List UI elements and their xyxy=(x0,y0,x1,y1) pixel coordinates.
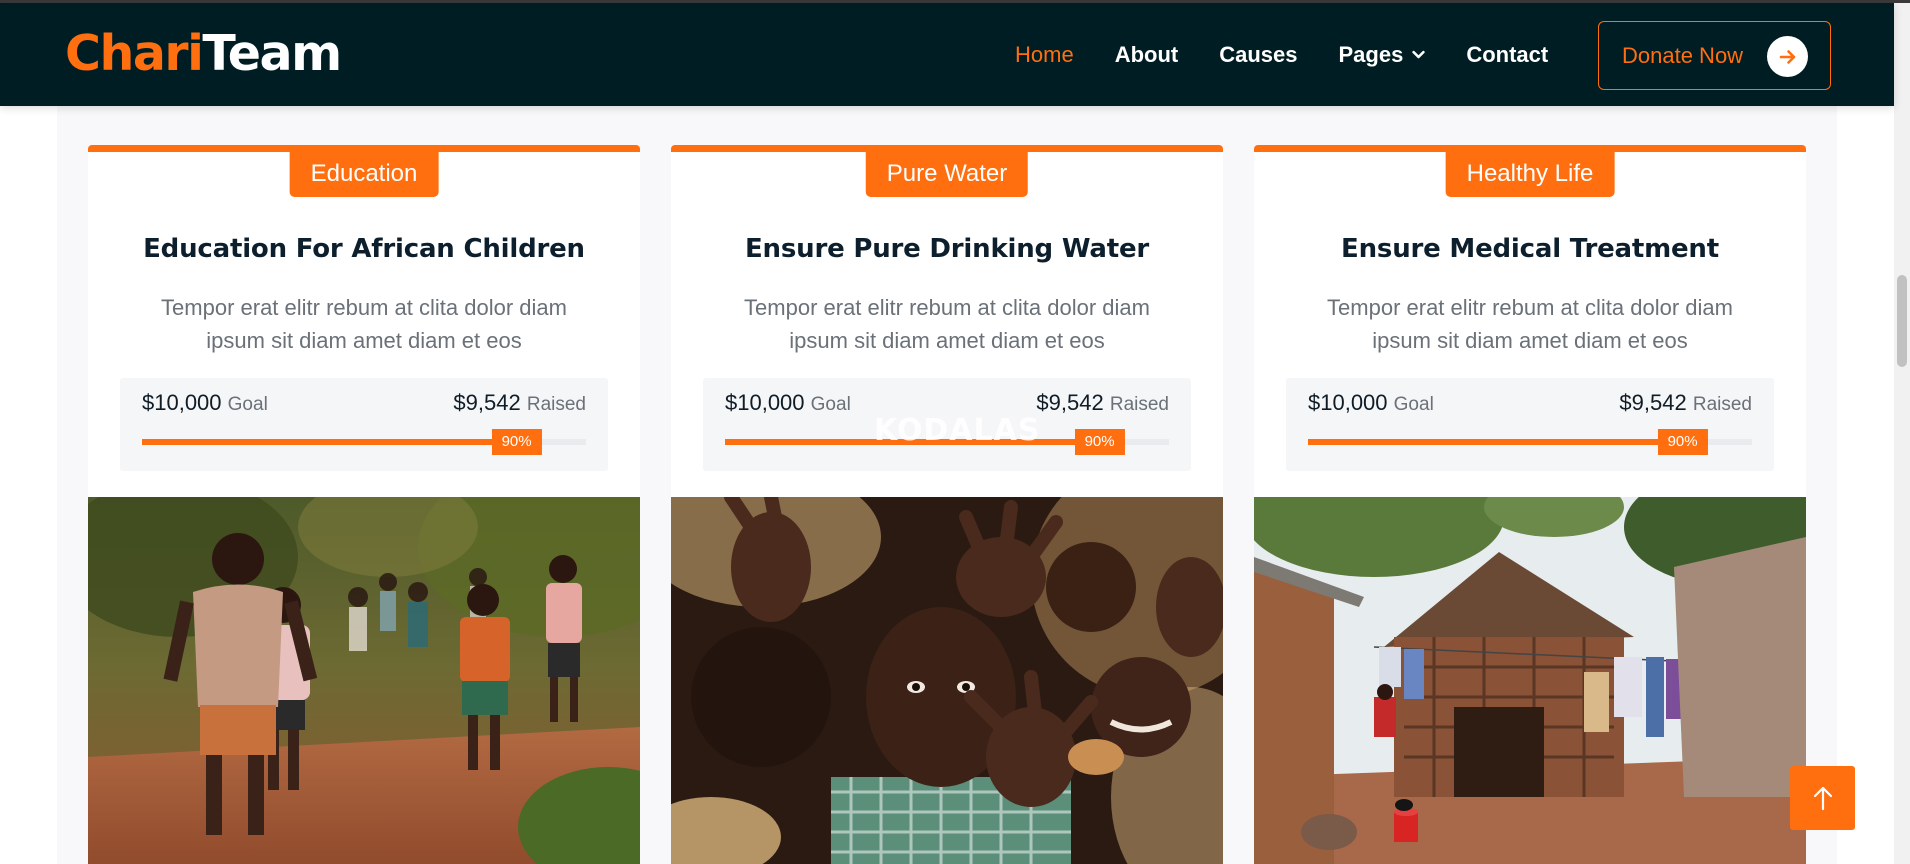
goal-value: $10,000 xyxy=(725,390,805,415)
back-to-top-button[interactable] xyxy=(1790,766,1855,830)
arrow-right-icon xyxy=(1779,49,1795,64)
cause-card-pure-water[interactable]: Pure Water Ensure Pure Drinking Water Te… xyxy=(671,145,1223,864)
site-logo[interactable]: ChariTeam xyxy=(65,25,342,83)
raised-label: Raised xyxy=(1109,394,1169,415)
progress-percent: 90% xyxy=(1074,429,1125,455)
scrollbar-thumb[interactable] xyxy=(1897,275,1907,367)
cause-description: Tempor erat elitr rebum at clita dolor d… xyxy=(161,295,567,353)
raised-label: Raised xyxy=(1692,394,1752,415)
raised-value: $9,542 xyxy=(1036,390,1104,415)
donate-now-button[interactable]: Donate Now xyxy=(1598,21,1831,90)
nav-pages-dropdown[interactable]: Pages xyxy=(1339,42,1426,68)
progress-bar-fill: 90% xyxy=(1308,429,1708,455)
goal-value: $10,000 xyxy=(1308,390,1388,415)
raised-amount: $9,542 Raised xyxy=(1036,390,1169,416)
raised-amount: $9,542 Raised xyxy=(1619,390,1752,416)
cause-description: Tempor erat elitr rebum at clita dolor d… xyxy=(744,295,1150,353)
logo-part-2: Team xyxy=(202,25,342,82)
watermark-text: KODALAS xyxy=(874,413,1041,448)
mud-hut-village-photo xyxy=(1254,497,1806,864)
donate-now-label: Donate Now xyxy=(1622,42,1744,68)
raised-value: $9,542 xyxy=(1619,390,1687,415)
main-nav: Home About Causes Pages Contact xyxy=(1015,3,1589,106)
nav-about[interactable]: About xyxy=(1115,42,1179,68)
cause-tag: Healthy Life xyxy=(1445,152,1615,197)
cause-card-healthy-life[interactable]: Healthy Life Ensure Medical Treatment Te… xyxy=(1254,145,1806,864)
raised-amount: $9,542 Raised xyxy=(453,390,586,416)
nav-home[interactable]: Home xyxy=(1015,42,1074,68)
progress-bar: 90% xyxy=(1308,429,1752,455)
cause-card-education[interactable]: Education Education For African Children… xyxy=(88,145,640,864)
goal-label: Goal xyxy=(810,394,851,415)
page-scrollbar[interactable] xyxy=(1894,3,1910,864)
cause-title[interactable]: Ensure Pure Drinking Water xyxy=(671,234,1223,264)
cause-photo[interactable] xyxy=(1254,497,1806,864)
donation-progress: $10,000 Goal $9,542 Raised 90% xyxy=(120,378,608,471)
nav-pages-label: Pages xyxy=(1338,41,1404,67)
chevron-down-icon xyxy=(1412,50,1426,59)
progress-percent: 90% xyxy=(1657,429,1708,455)
cause-photo[interactable] xyxy=(88,497,640,864)
site-header: ChariTeam Home About Causes Pages Contac… xyxy=(0,3,1894,106)
goal-label: Goal xyxy=(1393,394,1434,415)
donate-arrow-circle xyxy=(1767,36,1808,77)
cause-tag: Pure Water xyxy=(865,152,1029,197)
cause-tag: Education xyxy=(289,152,439,197)
goal-amount: $10,000 Goal xyxy=(1308,390,1434,416)
nav-causes[interactable]: Causes xyxy=(1219,42,1297,68)
goal-amount: $10,000 Goal xyxy=(725,390,851,416)
goal-value: $10,000 xyxy=(142,390,222,415)
cause-title[interactable]: Ensure Medical Treatment xyxy=(1254,234,1806,264)
progress-percent: 90% xyxy=(491,429,542,455)
progress-bar-fill: 90% xyxy=(142,429,542,455)
cause-photo[interactable] xyxy=(671,497,1223,864)
donation-progress: $10,000 Goal $9,542 Raised 90% xyxy=(1286,378,1774,471)
arrow-up-icon xyxy=(1813,786,1832,811)
raised-label: Raised xyxy=(526,394,586,415)
cause-title[interactable]: Education For African Children xyxy=(88,234,640,264)
raised-value: $9,542 xyxy=(453,390,521,415)
progress-bar: 90% xyxy=(142,429,586,455)
logo-part-1: Chari xyxy=(65,25,204,82)
goal-label: Goal xyxy=(227,394,268,415)
cause-description: Tempor erat elitr rebum at clita dolor d… xyxy=(1327,295,1733,353)
children-reaching-photo xyxy=(671,497,1223,864)
nav-contact[interactable]: Contact xyxy=(1466,42,1548,68)
goal-amount: $10,000 Goal xyxy=(142,390,268,416)
children-running-photo xyxy=(88,497,640,864)
